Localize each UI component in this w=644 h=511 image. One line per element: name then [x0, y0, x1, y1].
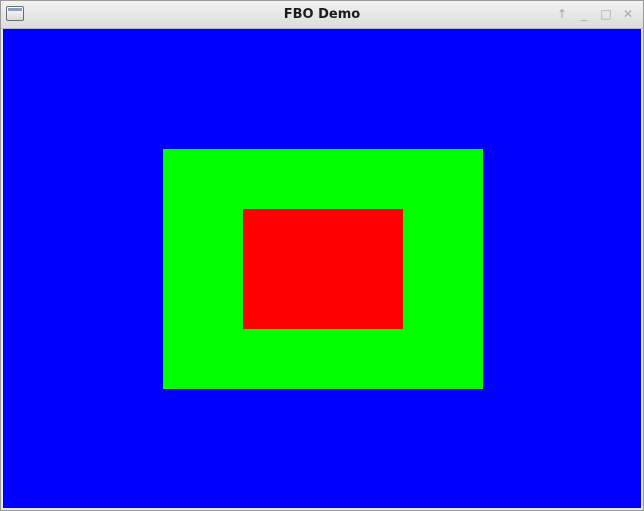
maximize-icon[interactable]: □: [597, 5, 615, 23]
inner-red-rectangle: [243, 209, 403, 329]
window-title: FBO Demo: [283, 7, 361, 22]
minimize-icon[interactable]: _: [575, 5, 593, 23]
keep-above-icon[interactable]: ↑: [553, 5, 571, 23]
app-window: FBO Demo ↑ _ □ ✕: [0, 0, 644, 511]
titlebar[interactable]: FBO Demo ↑ _ □ ✕: [1, 1, 643, 29]
window-controls: ↑ _ □ ✕: [553, 5, 637, 23]
outer-green-rectangle: [163, 149, 483, 389]
render-viewport: [3, 29, 641, 508]
close-icon[interactable]: ✕: [619, 5, 637, 23]
